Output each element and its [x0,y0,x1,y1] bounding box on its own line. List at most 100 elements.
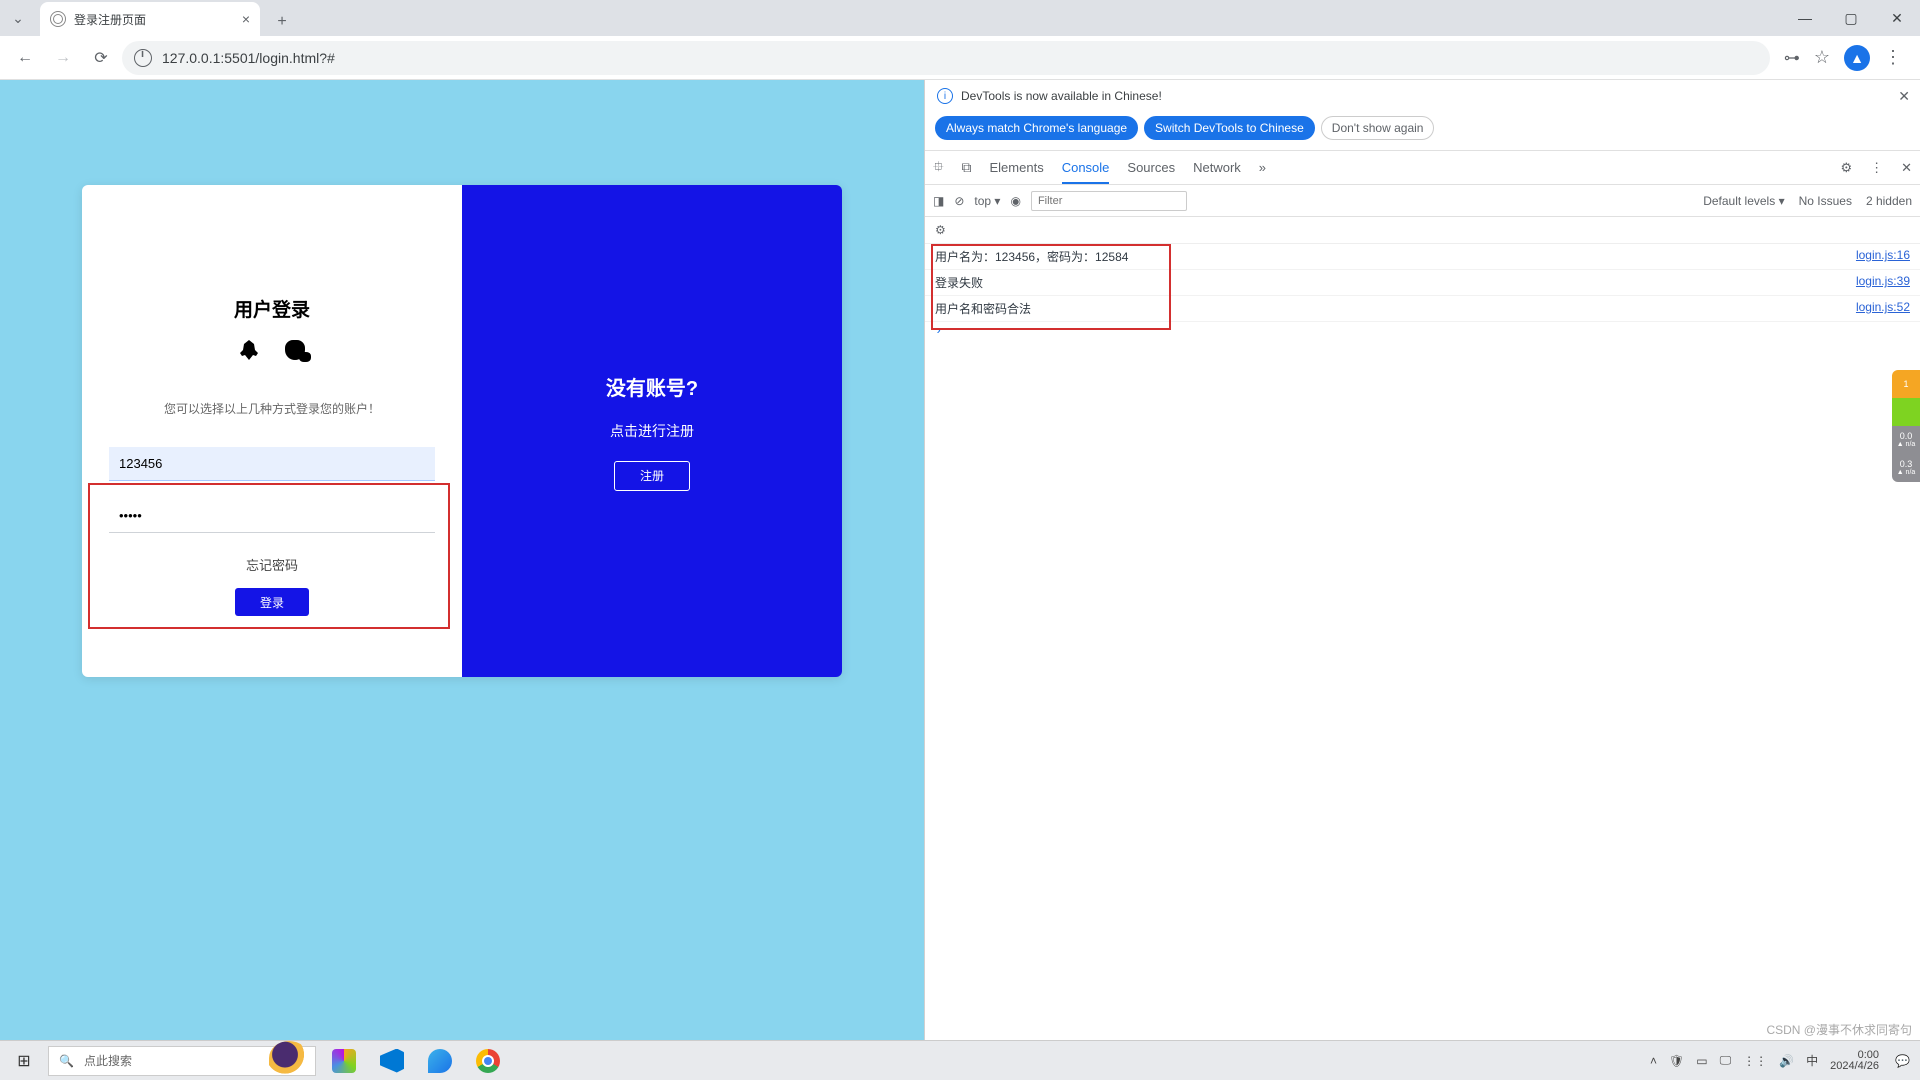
app-chrome[interactable] [466,1041,510,1081]
register-title: 没有账号? [606,372,698,401]
console-sidebar-toggle-icon[interactable]: ◨ [933,194,944,208]
chrome-menu-icon[interactable]: ⋮ [1884,47,1902,68]
app-vscode[interactable] [370,1041,414,1081]
side-stat-tags: 1 0.0▲ n/a 0.3▲ n/a [1892,370,1920,482]
live-expression-icon[interactable]: ◉ [1010,194,1020,208]
login-hint: 您可以选择以上几种方式登录您的账户！ [82,400,462,417]
device-icon[interactable]: ⧉ [962,159,972,176]
tag-grey-2[interactable]: 0.3▲ n/a [1892,454,1920,482]
console-settings-row[interactable]: ⚙ [925,217,1920,244]
tab-sources[interactable]: Sources [1127,160,1175,175]
app-bird[interactable] [418,1041,462,1081]
toolbar-right: ⊶ ☆ ▲ ⋮ [1774,45,1912,71]
search-icon: 🔍 [59,1054,74,1068]
taskbar-search[interactable]: 🔍 点此搜索 [48,1046,316,1076]
browser-titlebar: ⌄ 登录注册页面 × + — ▢ ✕ [0,0,1920,36]
console-log-row: 用户名和密码合法 login.js:52 [925,296,1920,322]
log-levels-selector[interactable]: Default levels ▾ [1703,194,1784,208]
pill-dont-show[interactable]: Don't show again [1321,116,1435,140]
log-message: 用户名为：123456，密码为：12584 [935,248,1128,265]
tag-green[interactable] [1892,398,1920,426]
login-panel: 用户登录 您可以选择以上几种方式登录您的账户！ 忘记密码 登录 [82,185,462,677]
console-filter-input[interactable] [1031,191,1187,211]
tray-volume-icon[interactable]: 🔊 [1779,1054,1794,1068]
browser-tab[interactable]: 登录注册页面 × [40,2,260,36]
log-source-link[interactable]: login.js:52 [1856,300,1910,317]
bookmark-star-icon[interactable]: ☆ [1814,47,1830,68]
watermark-text: CSDN @漫事不休求同寄句 [1766,1021,1912,1038]
banner-close-icon[interactable]: ✕ [1898,88,1910,105]
notifications-icon[interactable]: 💬 [1895,1054,1910,1068]
inspect-icon[interactable]: ⯐ [933,156,944,180]
devtools-menu-icon[interactable]: ⋮ [1870,160,1883,176]
login-title: 用户登录 [82,295,462,322]
tray-security-icon[interactable]: 🛡 [1669,1054,1684,1068]
minimize-button[interactable]: — [1782,0,1828,36]
qq-icon[interactable] [239,340,259,360]
log-source-link[interactable]: login.js:39 [1856,274,1910,291]
context-selector[interactable]: top ▾ [974,194,1000,208]
devtools-panel: i DevTools is now available in Chinese! … [924,80,1920,1040]
profile-avatar[interactable]: ▲ [1844,45,1870,71]
site-info-icon[interactable] [134,49,152,67]
username-input[interactable] [109,447,435,481]
back-button[interactable]: ← [8,41,42,75]
tab-console[interactable]: Console [1062,160,1110,184]
tray-ime-icon[interactable]: 中 [1806,1052,1818,1069]
tag-orange[interactable]: 1 [1892,370,1920,398]
forward-button[interactable]: → [46,41,80,75]
devtools-close-icon[interactable]: ✕ [1901,160,1912,176]
register-button[interactable]: 注册 [614,461,690,491]
wechat-icon[interactable] [285,340,305,360]
windows-taskbar: ⊞ 🔍 点此搜索 ˄ 🛡 ▭ 🖵 ⋮⋮ 🔊 中 0:00 2024/4/26 💬 [0,1040,1920,1080]
login-button[interactable]: 登录 [235,588,309,616]
console-output: 用户名为：123456，密码为：12584 login.js:16 登录失败 l… [925,244,1920,340]
tray-chevron-icon[interactable]: ˄ [1650,1054,1657,1068]
no-issues-label[interactable]: No Issues [1799,194,1852,208]
console-toolbar: ◨ ⊘ top ▾ ◉ Default levels ▾ No Issues 2… [925,185,1920,217]
omnibox[interactable]: 127.0.0.1:5501/login.html?# [122,41,1770,75]
log-message: 用户名和密码合法 [935,300,1031,317]
password-input[interactable] [109,499,435,533]
tab-network[interactable]: Network [1193,160,1241,175]
console-prompt[interactable]: › [925,322,1920,340]
close-window-button[interactable]: ✕ [1874,0,1920,36]
tray-wifi-icon[interactable]: ⋮⋮ [1743,1054,1767,1068]
social-login-row [82,340,462,360]
info-icon: i [937,88,953,104]
tab-search-button[interactable]: ⌄ [0,0,36,36]
system-tray: ˄ 🛡 ▭ 🖵 ⋮⋮ 🔊 中 0:00 2024/4/26 💬 [1650,1050,1920,1072]
hidden-count[interactable]: 2 hidden [1866,194,1912,208]
search-mascot-icon [269,1041,309,1075]
start-button[interactable]: ⊞ [0,1041,48,1081]
devtools-banner: i DevTools is now available in Chinese! … [925,80,1920,112]
tray-battery-icon[interactable]: ▭ [1696,1054,1707,1068]
login-card: 用户登录 您可以选择以上几种方式登录您的账户！ 忘记密码 登录 没有账号? 点击… [82,185,842,677]
register-panel: 没有账号? 点击进行注册 注册 [462,185,842,677]
reload-button[interactable]: ⟳ [84,41,118,75]
password-key-icon[interactable]: ⊶ [1784,48,1800,68]
devtools-settings-icon[interactable]: ⚙ [1840,160,1852,176]
taskbar-apps [322,1041,510,1081]
tray-monitor-icon[interactable]: 🖵 [1720,1053,1732,1068]
pill-switch-chinese[interactable]: Switch DevTools to Chinese [1144,116,1315,140]
maximize-button[interactable]: ▢ [1828,0,1874,36]
banner-text: DevTools is now available in Chinese! [961,89,1162,103]
new-tab-button[interactable]: + [268,8,296,36]
tag-grey-1[interactable]: 0.0▲ n/a [1892,426,1920,454]
taskbar-clock[interactable]: 0:00 2024/4/26 [1830,1050,1883,1072]
app-settings[interactable] [322,1041,366,1081]
window-controls: — ▢ ✕ [1782,0,1920,36]
register-subtitle: 点击进行注册 [610,421,694,441]
address-bar: ← → ⟳ 127.0.0.1:5501/login.html?# ⊶ ☆ ▲ … [0,36,1920,80]
tab-elements[interactable]: Elements [990,160,1044,175]
console-log-row: 登录失败 login.js:39 [925,270,1920,296]
clear-console-icon[interactable]: ⊘ [954,194,964,208]
forgot-password-link[interactable]: 忘记密码 [82,555,462,574]
tabs-overflow-icon[interactable]: » [1259,160,1266,175]
url-text: 127.0.0.1:5501/login.html?# [162,50,335,66]
tab-close-icon[interactable]: × [242,11,250,27]
pill-match-language[interactable]: Always match Chrome's language [935,116,1138,140]
console-log-row: 用户名为：123456，密码为：12584 login.js:16 [925,244,1920,270]
log-source-link[interactable]: login.js:16 [1856,248,1910,265]
